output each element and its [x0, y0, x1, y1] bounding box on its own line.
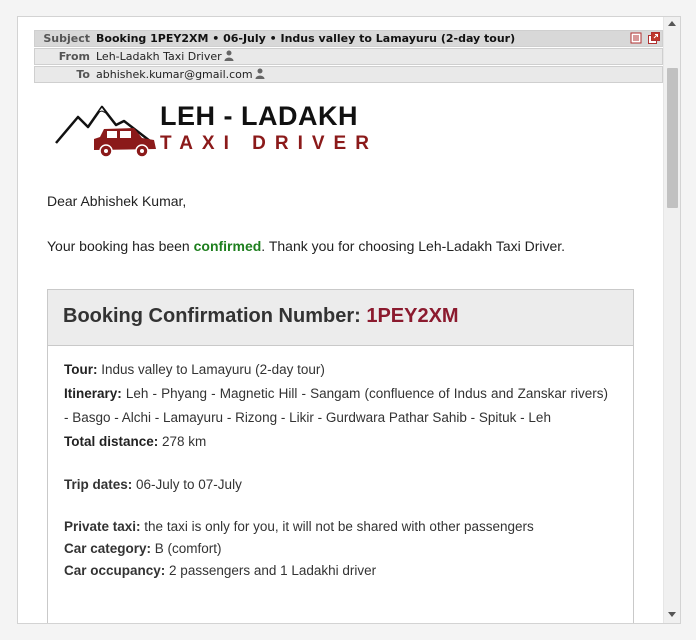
- to-text[interactable]: abhishek.kumar@gmail.com: [96, 68, 253, 81]
- from-value: Leh-Ladakh Taxi Driver: [96, 49, 234, 64]
- intro-text-before: Your booking has been: [47, 238, 194, 254]
- itinerary-line: Itinerary: Leh - Phyang - Magnetic Hill …: [64, 382, 608, 430]
- tour-line: Tour: Indus valley to Lamayuru (2-day to…: [64, 358, 608, 382]
- logo-title: LEH - LADAKH: [160, 101, 358, 131]
- intro-text-after: . Thank you for choosing Leh-Ladakh Taxi…: [261, 238, 566, 254]
- subject-label: Subject: [43, 32, 90, 45]
- to-row: To abhishek.kumar@gmail.com: [34, 66, 663, 83]
- from-text[interactable]: Leh-Ladakh Taxi Driver: [96, 50, 222, 63]
- booking-header-label: Booking Confirmation Number:: [63, 305, 367, 327]
- booking-number: 1PEY2XM: [366, 305, 459, 327]
- subject-row: Subject Booking 1PEY2XM • 06-July • Indu…: [34, 30, 663, 47]
- from-row: From Leh-Ladakh Taxi Driver: [34, 48, 663, 65]
- category-label: Car category:: [64, 541, 152, 556]
- tour-value: Indus valley to Lamayuru (2-day tour): [97, 362, 325, 377]
- email-window: Subject Booking 1PEY2XM • 06-July • Indu…: [17, 16, 681, 624]
- distance-value: 278 km: [158, 434, 207, 449]
- booking-header: Booking Confirmation Number: 1PEY2XM: [48, 290, 633, 346]
- dates-label: Trip dates:: [64, 477, 133, 492]
- scrollbar-thumb[interactable]: [667, 68, 678, 208]
- person-icon[interactable]: [255, 68, 265, 79]
- subject-text: Booking 1PEY2XM • 06-July • Indus valley…: [96, 32, 516, 45]
- print-icon[interactable]: [630, 32, 642, 44]
- tour-label: Tour:: [64, 362, 98, 377]
- vertical-scrollbar[interactable]: [663, 17, 680, 623]
- confirmed-status: confirmed: [193, 238, 262, 254]
- private-line: Private taxi: the taxi is only for you, …: [64, 516, 608, 538]
- occupancy-label: Car occupancy:: [64, 563, 166, 578]
- from-label: From: [58, 50, 90, 63]
- dates-line: Trip dates: 06-July to 07-July: [64, 474, 608, 496]
- open-new-window-icon[interactable]: [648, 32, 660, 44]
- distance-label: Total distance:: [64, 434, 159, 449]
- booking-details: Tour: Indus valley to Lamayuru (2-day to…: [48, 346, 633, 582]
- dates-value: 06-July to 07-July: [132, 477, 242, 492]
- itinerary-value: Leh - Phyang - Magnetic Hill - Sangam (c…: [64, 386, 608, 425]
- to-label: To: [76, 68, 90, 81]
- private-value: the taxi is only for you, it will not be…: [140, 519, 534, 534]
- car-icon: [94, 128, 156, 158]
- distance-line: Total distance: 278 km: [64, 430, 608, 454]
- email-headers: Subject Booking 1PEY2XM • 06-July • Indu…: [34, 30, 663, 86]
- company-logo: LEH - LADAKH TAXI DRIVER: [54, 99, 369, 161]
- occupancy-value: 2 passengers and 1 Ladakhi driver: [165, 563, 377, 578]
- scroll-up-arrow-icon[interactable]: [668, 21, 676, 26]
- booking-card: Booking Confirmation Number: 1PEY2XM Tou…: [47, 289, 634, 623]
- to-value: abhishek.kumar@gmail.com: [96, 67, 265, 82]
- category-line: Car category: B (comfort): [64, 538, 608, 560]
- category-value: B (comfort): [151, 541, 222, 556]
- header-actions: [627, 32, 660, 48]
- private-label: Private taxi:: [64, 519, 141, 534]
- scroll-down-arrow-icon[interactable]: [668, 612, 676, 617]
- logo-subtitle: TAXI DRIVER: [160, 133, 378, 154]
- person-icon[interactable]: [224, 50, 234, 61]
- greeting: Dear Abhishek Kumar,: [47, 193, 187, 209]
- confirmation-message: Your booking has been confirmed. Thank y…: [47, 238, 565, 254]
- itinerary-label: Itinerary:: [64, 386, 122, 401]
- occupancy-line: Car occupancy: 2 passengers and 1 Ladakh…: [64, 560, 608, 582]
